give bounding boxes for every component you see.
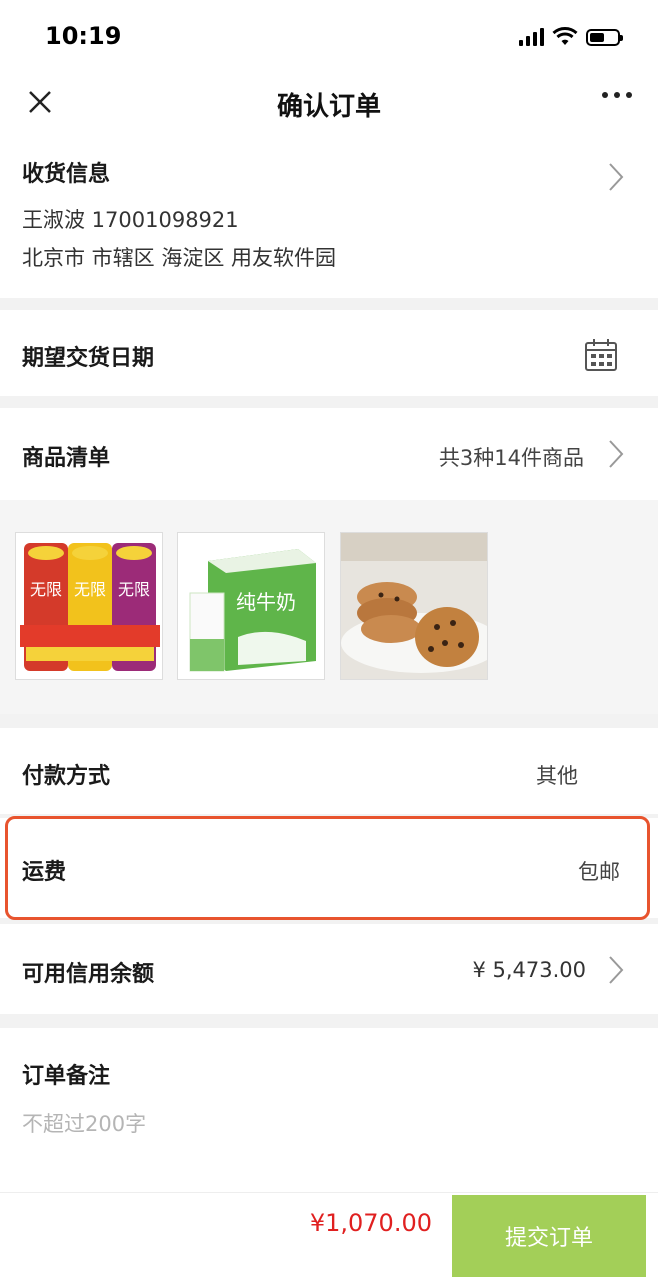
submit-order-button[interactable]: 提交订单: [452, 1195, 646, 1277]
address-name-phone: 王淑波 17001098921: [22, 208, 239, 232]
goods-list-label: 商品清单: [22, 446, 111, 471]
goods-summary: 共3种14件商品: [438, 446, 584, 470]
credit-value: ¥ 5,473.00: [472, 958, 586, 982]
highlight-outline: [5, 816, 650, 920]
chevron-right-icon: [609, 163, 624, 191]
chevron-right-icon: [609, 440, 624, 468]
total-price: ¥1,070.00: [309, 1209, 432, 1237]
chevron-right-icon: [609, 956, 624, 984]
svg-text:纯牛奶: 纯牛奶: [236, 590, 296, 614]
delivery-date-row[interactable]: 期望交货日期: [0, 310, 658, 396]
address-line: 北京市 市辖区 海淀区 用友软件园: [22, 246, 337, 270]
cookies-product-image[interactable]: [340, 532, 488, 680]
goods-list-row[interactable]: 商品清单 共3种14件商品: [0, 408, 658, 500]
calendar-icon[interactable]: [584, 338, 618, 372]
battery-icon: [586, 28, 623, 46]
address-title: 收货信息: [22, 162, 111, 187]
order-note-section: 订单备注 不超过200字: [0, 1028, 658, 1192]
signal-icon: [519, 28, 544, 46]
order-note-label: 订单备注: [22, 1064, 111, 1089]
status-bar: 10:19: [0, 0, 658, 72]
more-icon[interactable]: [602, 92, 632, 98]
order-note-input[interactable]: 不超过200字: [22, 1108, 146, 1138]
pure-milk-product-image[interactable]: 纯牛奶: [177, 532, 325, 680]
svg-text:无限: 无限: [74, 580, 106, 599]
nav-bar: 确认订单: [0, 72, 658, 132]
credit-label: 可用信用余额: [22, 962, 155, 987]
svg-text:无限: 无限: [118, 580, 150, 599]
payment-label: 付款方式: [22, 764, 111, 789]
bottom-bar: ¥1,070.00 提交订单: [0, 1192, 658, 1282]
payment-value: 其他: [536, 764, 578, 788]
payment-row[interactable]: 付款方式 其他: [0, 728, 658, 814]
wifi-icon: [552, 27, 578, 45]
potato-chips-product-image[interactable]: 无限 无限 无限: [15, 532, 163, 680]
status-icons: [519, 26, 623, 48]
status-time: 10:19: [45, 22, 122, 50]
credit-row[interactable]: 可用信用余额 ¥ 5,473.00: [0, 924, 658, 1014]
delivery-date-label: 期望交货日期: [22, 346, 155, 371]
goods-thumbnails: 无限 无限 无限 纯牛奶: [0, 500, 658, 714]
svg-text:无限: 无限: [30, 580, 62, 599]
page-title: 确认订单: [276, 92, 381, 122]
address-section[interactable]: 收货信息 王淑波 17001098921 北京市 市辖区 海淀区 用友软件园: [0, 132, 658, 298]
